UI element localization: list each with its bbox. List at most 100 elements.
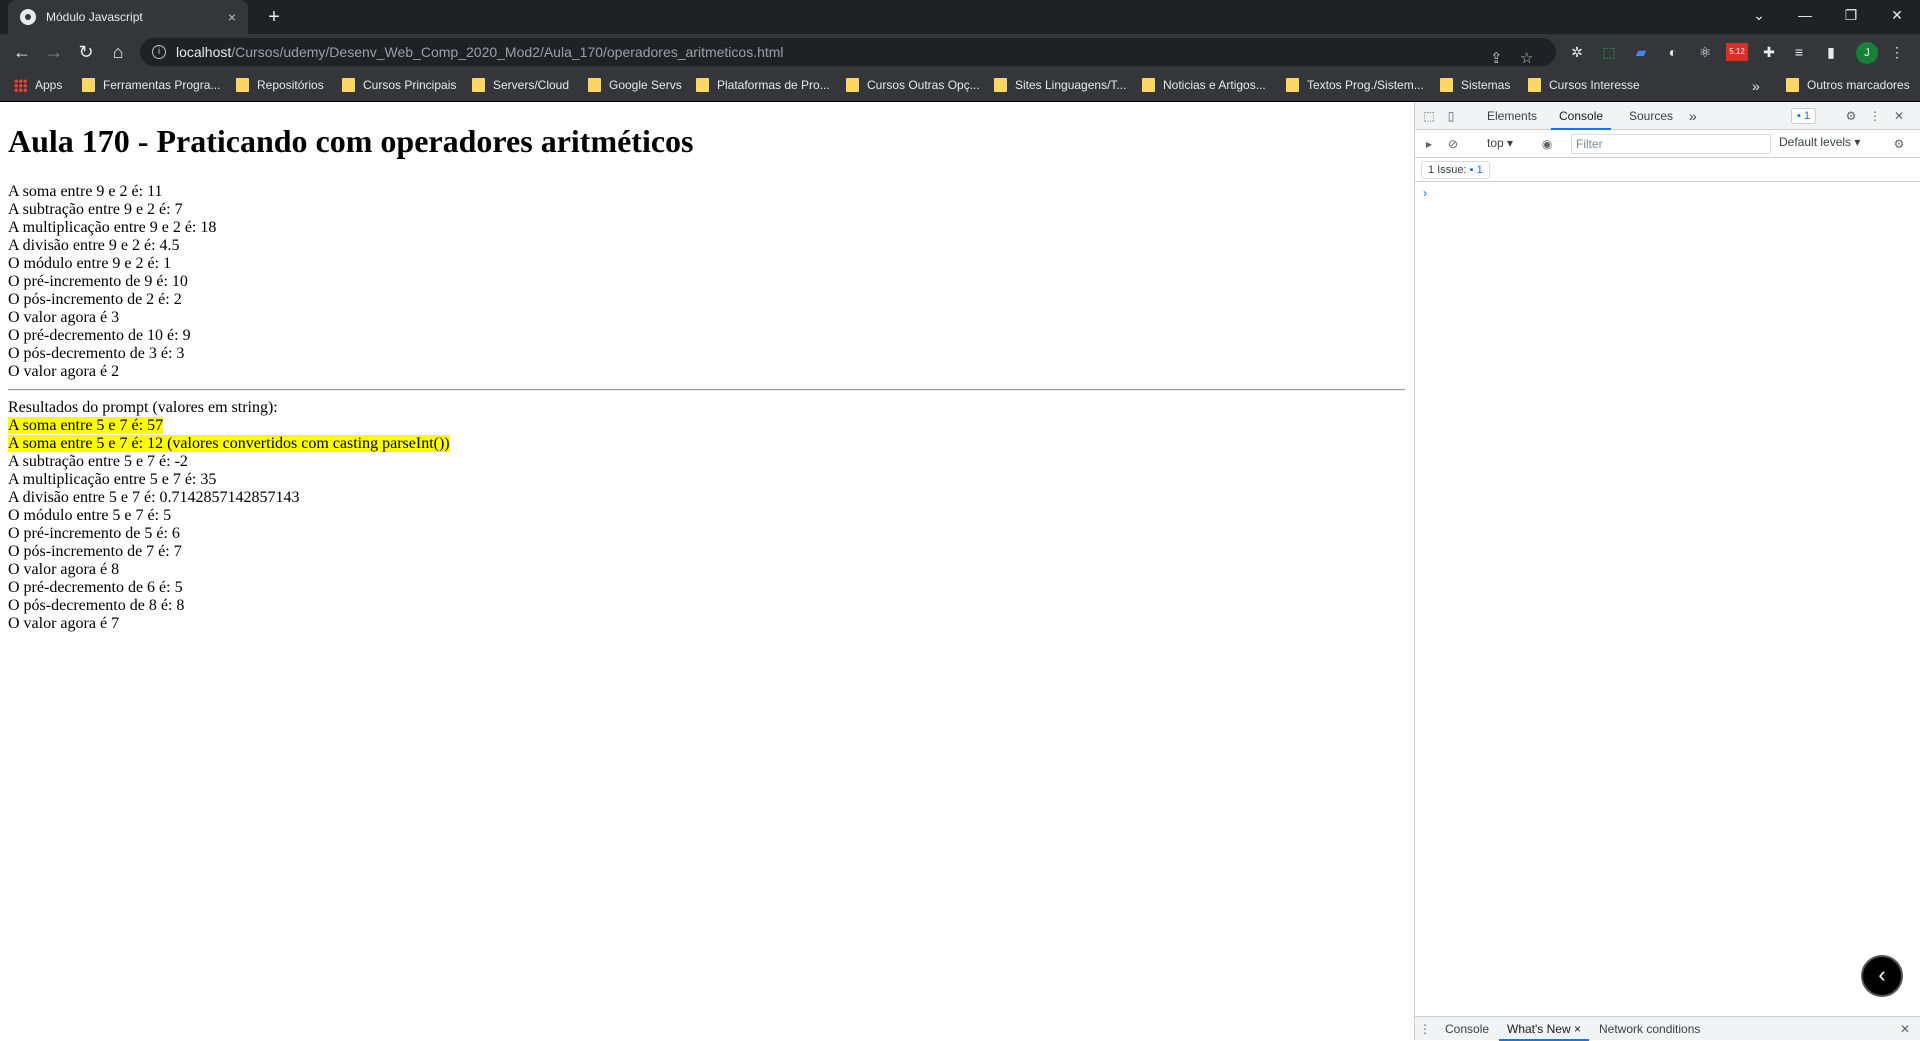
bookmarks-overflow-button[interactable]: » xyxy=(1752,78,1760,94)
result-line: A multiplicação entre 5 e 7 é: 35 xyxy=(8,471,217,488)
other-bookmarks[interactable]: Outros marcadores xyxy=(1786,78,1910,92)
section-prompt-results: Resultados do prompt (valores em string)… xyxy=(8,399,450,633)
section-results: A soma entre 9 e 2 é: 11 A subtração ent… xyxy=(8,183,216,381)
tab-elements[interactable]: Elements xyxy=(1479,102,1545,130)
devtools-panel: ⬚ ▯ Elements Console Sources » ▪ 1 ⚙ ⋮ ✕… xyxy=(1414,102,1920,1041)
bookmarks-bar: Apps Ferramentas Progra... Repositórios … xyxy=(0,70,1920,102)
restore-button[interactable]: ❐ xyxy=(1828,0,1874,30)
apps-grid-icon xyxy=(14,78,27,92)
tab-title: Módulo Javascript xyxy=(46,10,143,24)
sidebar-toggle-icon[interactable]: ▸ xyxy=(1421,136,1437,152)
settings-gear-icon[interactable]: ⚙ xyxy=(1843,108,1859,124)
bookmark-folder[interactable]: Cursos Outras Opç... xyxy=(846,78,980,92)
section-subtitle: Resultados do prompt (valores em string)… xyxy=(8,399,278,416)
result-line: O pré-incremento de 5 é: 6 xyxy=(8,525,180,542)
result-line: O módulo entre 9 e 2 é: 1 xyxy=(8,255,172,272)
extension-circle-icon[interactable]: ◐ xyxy=(1664,43,1682,61)
issues-button[interactable]: 1 Issue: ▪ 1 xyxy=(1421,161,1490,179)
result-line: O valor agora é 3 xyxy=(8,309,120,326)
close-tab-icon[interactable]: × xyxy=(1574,1022,1581,1036)
forward-button[interactable]: → xyxy=(42,40,66,64)
issue-message-icon: ▪ xyxy=(1469,164,1474,176)
bookmark-folder[interactable]: Noticias e Artigos... xyxy=(1142,78,1266,92)
close-devtools-icon[interactable]: ✕ xyxy=(1891,108,1907,124)
reload-button[interactable]: ↻ xyxy=(74,40,98,64)
live-expression-eye-icon[interactable]: ◉ xyxy=(1539,136,1555,152)
drawer-tab-whats-new[interactable]: What's New × xyxy=(1499,1017,1589,1041)
tab-strip: Módulo Javascript × + ⌄ — ❐ ✕ xyxy=(0,0,1920,34)
bookmark-star-icon[interactable]: ☆ xyxy=(1520,45,1533,73)
bookmark-folder[interactable]: Plataformas de Pro... xyxy=(696,78,830,92)
context-selector[interactable]: top ▾ xyxy=(1487,136,1513,150)
home-button[interactable]: ⌂ xyxy=(106,40,130,64)
chevron-left-icon[interactable]: ‹ xyxy=(1861,955,1903,997)
drawer-menu-icon[interactable]: ⋮ xyxy=(1417,1021,1433,1037)
extension-react-icon[interactable]: ⚛ xyxy=(1696,43,1714,61)
site-info-icon[interactable]: i xyxy=(152,45,166,59)
bookmark-folder[interactable]: Servers/Cloud xyxy=(472,78,569,92)
page-title: Aula 170 - Praticando com operadores ari… xyxy=(8,123,694,159)
devtools-menu-icon[interactable]: ⋮ xyxy=(1867,108,1883,124)
result-line: O pós-incremento de 7 é: 7 xyxy=(8,543,182,560)
tab-sources[interactable]: Sources xyxy=(1621,102,1681,130)
folder-icon xyxy=(472,78,485,92)
bookmark-apps[interactable]: Apps xyxy=(14,78,62,92)
extension-screenshot-icon[interactable]: ⬚ xyxy=(1600,43,1618,61)
extension-badge-icon[interactable]: 5.12 xyxy=(1726,43,1748,61)
bookmark-folder[interactable]: Textos Prog./Sistem... xyxy=(1286,78,1424,92)
console-filter-input[interactable]: Filter xyxy=(1571,134,1771,154)
issues-badge[interactable]: ▪ 1 xyxy=(1791,108,1817,124)
folder-icon xyxy=(236,78,249,92)
menu-kebab-icon[interactable]: ⋮ xyxy=(1888,43,1906,61)
result-line: O valor agora é 7 xyxy=(8,615,120,632)
result-line: O pré-incremento de 9 é: 10 xyxy=(8,273,188,290)
reading-list-icon[interactable]: ≡ xyxy=(1790,43,1808,61)
minimize-button[interactable]: — xyxy=(1782,0,1828,30)
extensions-puzzle-icon[interactable]: ✚ xyxy=(1760,43,1778,61)
folder-icon xyxy=(696,78,709,92)
more-tabs-button[interactable]: » xyxy=(1681,102,1705,130)
url-host: localhost xyxy=(176,44,232,60)
inspect-element-icon[interactable]: ⬚ xyxy=(1421,108,1437,124)
profile-avatar[interactable]: J xyxy=(1856,42,1878,64)
close-drawer-icon[interactable]: ✕ xyxy=(1897,1021,1913,1037)
page-viewport: Aula 170 - Praticando com operadores ari… xyxy=(0,102,1414,1040)
extension-gear-icon[interactable]: ✲ xyxy=(1568,43,1586,61)
console-settings-gear-icon[interactable]: ⚙ xyxy=(1891,136,1907,152)
folder-icon xyxy=(1142,78,1155,92)
back-button[interactable]: ← xyxy=(10,40,34,64)
globe-icon xyxy=(20,9,36,25)
console-prompt[interactable]: › xyxy=(1423,186,1427,200)
drawer-tab-console[interactable]: Console xyxy=(1437,1017,1497,1041)
result-line: O pré-decremento de 10 é: 9 xyxy=(8,327,191,344)
bookmark-folder[interactable]: Ferramentas Progra... xyxy=(82,78,220,92)
tab-search-icon[interactable]: ⌄ xyxy=(1736,0,1782,30)
address-bar[interactable]: i localhost/Cursos/udemy/Desenv_Web_Comp… xyxy=(140,38,1556,67)
result-line: A soma entre 9 e 2 é: 11 xyxy=(8,183,163,200)
extension-translate-icon[interactable]: ▰ xyxy=(1632,43,1650,61)
bookmark-folder[interactable]: Repositórios xyxy=(236,78,324,92)
highlighted-result-line: A soma entre 5 e 7 é: 12 (valores conver… xyxy=(8,435,450,452)
folder-icon xyxy=(1528,78,1541,92)
result-line: O pós-incremento de 2 é: 2 xyxy=(8,291,182,308)
folder-icon xyxy=(846,78,859,92)
result-line: O valor agora é 8 xyxy=(8,561,120,578)
share-icon[interactable]: ⇪ xyxy=(1490,45,1503,73)
tab-close-icon[interactable]: × xyxy=(222,9,242,25)
drawer-tab-network-conditions[interactable]: Network conditions xyxy=(1591,1017,1708,1041)
bookmark-folder[interactable]: Sistemas xyxy=(1440,78,1510,92)
log-levels-dropdown[interactable]: Default levels ▾ xyxy=(1779,135,1860,149)
device-toolbar-icon[interactable]: ▯ xyxy=(1443,108,1459,124)
new-tab-button[interactable]: + xyxy=(260,4,288,30)
clear-console-icon[interactable]: ⊘ xyxy=(1445,136,1461,152)
bookmark-folder[interactable]: Sites Linguagens/T... xyxy=(994,78,1126,92)
bookmark-folder[interactable]: Cursos Interesse xyxy=(1528,78,1640,92)
bookmark-folder[interactable]: Cursos Principais xyxy=(342,78,456,92)
browser-tab[interactable]: Módulo Javascript × xyxy=(8,0,248,34)
close-window-button[interactable]: ✕ xyxy=(1874,0,1920,30)
tab-console[interactable]: Console xyxy=(1551,102,1612,130)
side-panel-icon[interactable]: ▮ xyxy=(1822,43,1840,61)
folder-icon xyxy=(994,78,1007,92)
bookmark-folder[interactable]: Google Servs xyxy=(588,78,682,92)
result-line: O pré-decremento de 6 é: 5 xyxy=(8,579,183,596)
